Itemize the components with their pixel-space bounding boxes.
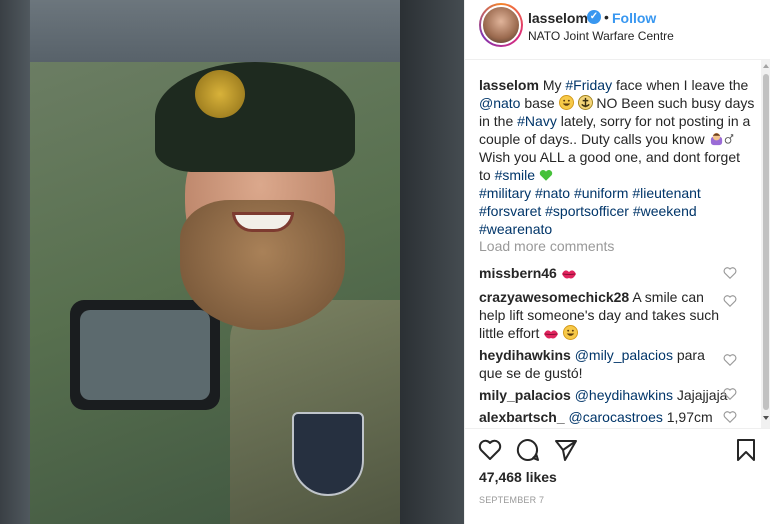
comment-author[interactable]: alexbartsch_ xyxy=(479,409,565,425)
photo-side-mirror-glass xyxy=(80,310,210,400)
photo-truck-pillar xyxy=(0,0,30,524)
comment-like-heart-icon[interactable] xyxy=(723,294,737,308)
author-avatar[interactable] xyxy=(479,3,523,47)
scroll-up-arrow-icon[interactable] xyxy=(763,64,769,68)
grinning-emoji-icon xyxy=(563,325,579,340)
likes-count[interactable]: 47,468 likes xyxy=(479,469,557,485)
hashtag-sportsofficer[interactable]: #sportsofficer xyxy=(545,203,629,219)
caption-text: face when I leave the xyxy=(612,77,749,93)
verified-badge-icon: ✓ xyxy=(587,10,601,24)
comment-author[interactable]: missbern46 xyxy=(479,265,557,281)
hashtag-wearenato[interactable]: #wearenato xyxy=(479,221,552,237)
bookmark-icon[interactable] xyxy=(733,437,759,463)
load-more-comments-button[interactable]: Load more comments xyxy=(479,238,614,254)
green-heart-emoji-icon xyxy=(539,169,553,181)
header-separator: • xyxy=(604,9,609,25)
hashtag-friday[interactable]: #Friday xyxy=(565,77,612,93)
caption-author[interactable]: lasselom xyxy=(479,77,539,93)
grinning-emoji-icon xyxy=(558,95,574,110)
hashtag-nato[interactable]: #nato xyxy=(535,185,570,201)
hashtag-navy[interactable]: #Navy xyxy=(517,113,557,129)
comment-icon[interactable] xyxy=(515,437,541,463)
comment-text: 1,97cm xyxy=(662,409,713,425)
scrollbar-thumb[interactable] xyxy=(763,74,769,410)
comments-scrollbar[interactable] xyxy=(761,60,770,428)
comment-like-heart-icon[interactable] xyxy=(723,266,737,280)
comment-author[interactable]: heydihawkins xyxy=(479,347,571,363)
comment-item: crazyawesomechick28 A smile can help lif… xyxy=(479,288,729,342)
photo-shoulder-patch xyxy=(292,412,364,496)
photo-beret-badge xyxy=(195,70,245,118)
post-actions: 47,468 likes SEPTEMBER 7 xyxy=(465,428,770,524)
share-icon[interactable] xyxy=(553,437,579,463)
hashtag-lieutenant[interactable]: #lieutenant xyxy=(632,185,701,201)
hashtag-uniform[interactable]: #uniform xyxy=(574,185,628,201)
kiss-lips-emoji-icon xyxy=(544,330,559,339)
photo-truck-door-frame xyxy=(400,0,464,524)
author-handle[interactable]: lasselom xyxy=(528,10,588,26)
comment-mention[interactable]: @heydihawkins xyxy=(575,387,673,403)
mention-nato[interactable]: @nato xyxy=(479,95,520,111)
comment-like-heart-icon[interactable] xyxy=(723,387,737,401)
comment-item: alexbartsch_ @carocastroes 1,97cm xyxy=(479,408,729,426)
hashtag-weekend[interactable]: #weekend xyxy=(633,203,697,219)
post-photo[interactable] xyxy=(0,0,464,524)
anchor-emoji-icon xyxy=(577,95,593,110)
photo-truck-roof xyxy=(0,0,464,62)
comment-item: heydihawkins @mily_palacios para que se … xyxy=(479,346,729,382)
hashtag-military[interactable]: #military xyxy=(479,185,531,201)
comments-list: lasselom My #Friday face when I leave th… xyxy=(465,60,770,428)
comment-mention[interactable]: @carocastroes xyxy=(569,409,663,425)
post-caption: lasselom My #Friday face when I leave th… xyxy=(479,76,755,238)
post-side-panel: lasselom ✓ • Follow NATO Joint Warfare C… xyxy=(464,0,770,524)
hashtag-forsvaret[interactable]: #forsvaret xyxy=(479,203,541,219)
comment-author[interactable]: mily_palacios xyxy=(479,387,571,403)
post-header: lasselom ✓ • Follow NATO Joint Warfare C… xyxy=(465,0,770,60)
scroll-down-arrow-icon[interactable] xyxy=(763,416,769,420)
male-sign-emoji-icon xyxy=(724,134,733,144)
comment-item: mily_palacios @heydihawkins Jajajjaja xyxy=(479,386,729,404)
caption-text: base xyxy=(520,95,559,111)
photo-beret xyxy=(155,62,355,172)
comment-like-heart-icon[interactable] xyxy=(723,353,737,367)
woman-shrugging-emoji-icon xyxy=(710,132,722,146)
caption-text: My xyxy=(538,77,566,93)
comment-item: missbern46 xyxy=(479,264,729,282)
comment-like-heart-icon[interactable] xyxy=(723,410,737,424)
hashtag-smile[interactable]: #smile xyxy=(495,167,535,183)
kiss-lips-emoji-icon xyxy=(561,270,576,279)
comment-mention[interactable]: @mily_palacios xyxy=(575,347,673,363)
heart-icon[interactable] xyxy=(477,437,503,463)
comment-text: Jajajjaja xyxy=(672,387,728,403)
post-date[interactable]: SEPTEMBER 7 xyxy=(479,495,544,505)
follow-button[interactable]: Follow xyxy=(612,10,656,26)
comment-author[interactable]: crazyawesomechick28 xyxy=(479,289,629,305)
post-location[interactable]: NATO Joint Warfare Centre xyxy=(528,29,674,43)
